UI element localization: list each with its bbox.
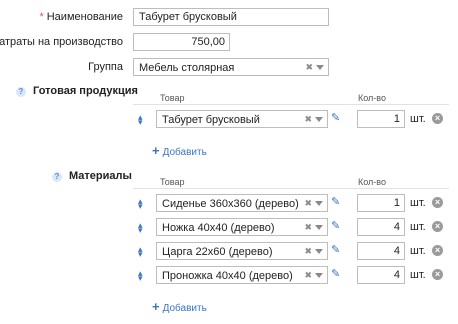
product-select-value: Проножка 40x40 (дерево): [162, 270, 293, 282]
group-select[interactable]: Мебель столярная ✖: [133, 58, 329, 76]
qty-unit: шт.: [410, 245, 426, 257]
sort-arrows-icon[interactable]: ▴ ▾: [138, 269, 142, 283]
materials-header-divider: [133, 188, 449, 189]
cost-input[interactable]: 750,00: [133, 33, 230, 51]
plus-icon: +: [152, 143, 160, 158]
product-select-value: Царга 22x60 (дерево): [162, 246, 273, 258]
plus-icon: +: [152, 299, 160, 314]
sort-arrows-icon[interactable]: ▴ ▾: [138, 197, 142, 211]
clear-icon[interactable]: ✖: [304, 245, 312, 257]
chevron-down-icon[interactable]: [316, 65, 324, 70]
sort-arrows-icon[interactable]: ▴ ▾: [138, 245, 142, 259]
chevron-down-icon[interactable]: [315, 249, 323, 254]
cost-label: Затраты на производство: [0, 36, 123, 48]
finished-col-qty: Кол-во: [358, 93, 386, 103]
qty-unit: шт.: [410, 269, 426, 281]
qty-input[interactable]: 1: [357, 110, 405, 128]
product-select[interactable]: Сиденье 360x360 (дерево) ✖: [156, 194, 328, 212]
remove-circle-icon[interactable]: ×: [432, 221, 443, 232]
qty-input[interactable]: 4: [357, 218, 405, 236]
remove-circle-icon[interactable]: ×: [432, 197, 443, 208]
qty-unit: шт.: [410, 221, 426, 233]
chevron-down-icon[interactable]: [315, 225, 323, 230]
materials-add-link[interactable]: + Добавить: [152, 299, 207, 314]
clear-icon[interactable]: ✖: [305, 61, 313, 73]
qty-unit: шт.: [410, 113, 426, 125]
pencil-icon[interactable]: ✎: [331, 195, 340, 208]
finished-header-divider: [133, 104, 449, 105]
clear-icon[interactable]: ✖: [304, 269, 312, 281]
remove-circle-icon[interactable]: ×: [432, 113, 443, 124]
pencil-icon[interactable]: ✎: [331, 243, 340, 256]
clear-icon[interactable]: ✖: [304, 221, 312, 233]
pencil-icon[interactable]: ✎: [331, 111, 340, 124]
product-select-value: Табурет брусковый: [162, 114, 260, 126]
sort-arrows-icon[interactable]: ▴ ▾: [138, 113, 142, 127]
group-label: Группа: [88, 61, 123, 73]
materials-col-product: Товар: [160, 177, 185, 187]
materials-section-title: Материалы: [69, 170, 132, 182]
name-label: * Наименование: [39, 11, 123, 23]
required-mark: *: [39, 11, 44, 23]
product-select-value: Сиденье 360x360 (дерево): [162, 198, 299, 210]
product-select[interactable]: Царга 22x60 (дерево) ✖: [156, 242, 328, 260]
sort-arrows-icon[interactable]: ▴ ▾: [138, 221, 142, 235]
remove-circle-icon[interactable]: ×: [432, 245, 443, 256]
finished-col-product: Товар: [160, 93, 185, 103]
finished-section-title: Готовая продукция: [33, 85, 138, 97]
remove-circle-icon[interactable]: ×: [432, 269, 443, 280]
pencil-icon[interactable]: ✎: [331, 219, 340, 232]
help-icon[interactable]: ?: [16, 87, 26, 97]
product-select-value: Ножка 40x40 (дерево): [162, 222, 275, 234]
group-select-value: Мебель столярная: [139, 62, 235, 74]
qty-input[interactable]: 4: [357, 266, 405, 284]
product-select[interactable]: Ножка 40x40 (дерево) ✖: [156, 218, 328, 236]
pencil-icon[interactable]: ✎: [331, 267, 340, 280]
clear-icon[interactable]: ✖: [304, 197, 312, 209]
name-input[interactable]: Табурет брусковый: [133, 8, 329, 26]
qty-input[interactable]: 4: [357, 242, 405, 260]
clear-icon[interactable]: ✖: [304, 113, 312, 125]
chevron-down-icon[interactable]: [315, 117, 323, 122]
materials-col-qty: Кол-во: [358, 177, 386, 187]
chevron-down-icon[interactable]: [315, 201, 323, 206]
qty-input[interactable]: 1: [357, 194, 405, 212]
finished-add-link[interactable]: + Добавить: [152, 143, 207, 158]
help-icon[interactable]: ?: [52, 172, 62, 182]
product-select[interactable]: Проножка 40x40 (дерево) ✖: [156, 266, 328, 284]
qty-unit: шт.: [410, 197, 426, 209]
product-select[interactable]: Табурет брусковый ✖: [156, 110, 328, 128]
chevron-down-icon[interactable]: [315, 273, 323, 278]
